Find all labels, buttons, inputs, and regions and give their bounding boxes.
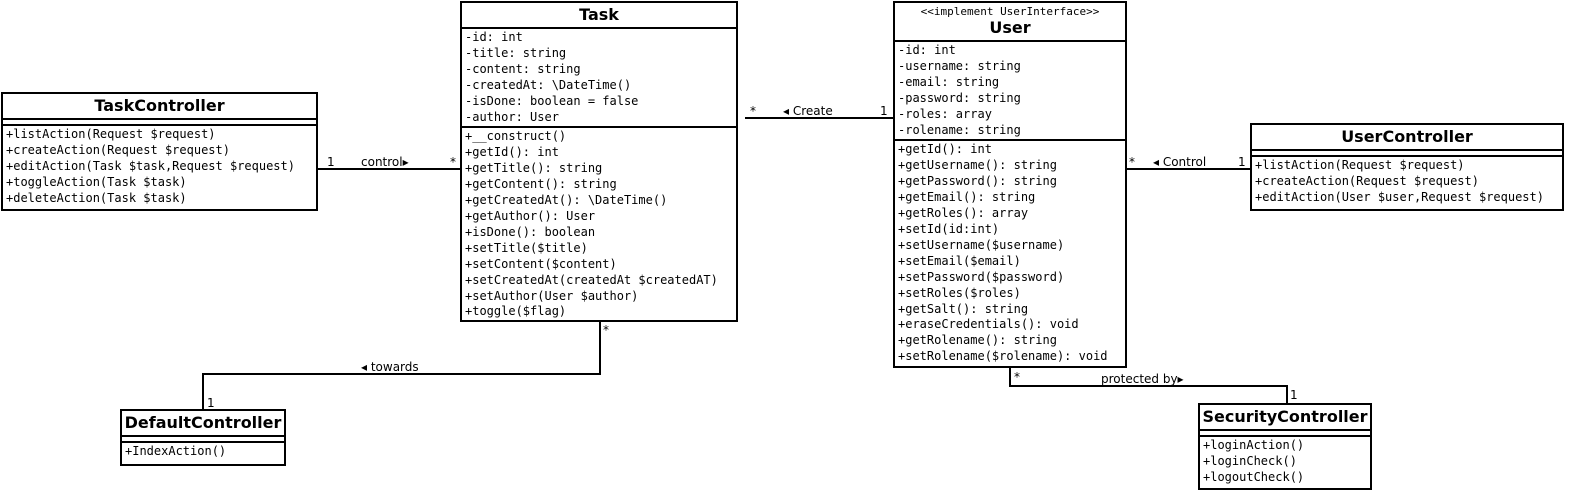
method: +getCreatedAt(): \DateTime() (465, 193, 668, 208)
attribute: -id: int (465, 30, 523, 44)
user-controller-class: UserController +listAction(Request $requ… (1250, 123, 1564, 211)
attribute: -author: User (465, 109, 559, 124)
user-control-label: ◂ Control (1153, 155, 1207, 169)
method: +toggle($flag) (465, 304, 567, 319)
default-controller-class: DefaultController +IndexAction() (120, 409, 286, 466)
attribute: -id: int (898, 43, 956, 57)
method: +setTitle($title) (465, 240, 588, 255)
method: +getRoles(): array (898, 206, 1029, 221)
method: +getRolename(): string (898, 333, 1057, 348)
attributes-section: -id: int -title: string -content: string… (462, 29, 736, 129)
attribute: -content: string (465, 61, 581, 76)
method: +IndexAction() (125, 444, 227, 458)
attributes-section: -id: int -username: string -email: strin… (895, 42, 1125, 142)
method: +logoutCheck() (1203, 469, 1305, 484)
method: +deleteAction(Task $task) (6, 190, 187, 205)
methods-section: +__construct() +getId(): int +getTitle()… (462, 128, 736, 321)
methods-section: +getId(): int +getUsername(): string +ge… (895, 141, 1125, 366)
create-mult-from: * (750, 104, 756, 118)
protected-by-mult-to: 1 (1290, 388, 1298, 402)
method: +getSalt(): string (898, 301, 1029, 316)
method: +setUsername($username) (898, 237, 1065, 252)
stereotype: <<implement UserInterface>> (920, 5, 1100, 18)
task-class: Task -id: int -title: string -content: s… (460, 1, 738, 322)
method: +eraseCredentials(): void (898, 317, 1079, 332)
method: +getTitle(): string (465, 161, 603, 176)
method: +setRolename($rolename): void (898, 349, 1108, 364)
protected-by-label: protected by▸ (1101, 372, 1184, 386)
class-name: SecurityController (1200, 405, 1370, 431)
method: +setCreatedAt(createdAt $createdAT) (465, 272, 718, 287)
method: +getUsername(): string (898, 158, 1057, 173)
method: +getAuthor(): User (465, 208, 596, 223)
create-mult-to: 1 (880, 104, 888, 118)
method: +createAction(Request $request) (1255, 173, 1479, 188)
attribute: -roles: array (898, 106, 992, 121)
method: +listAction(Request $request) (1255, 158, 1465, 172)
methods-section: +listAction(Request $request) +createAct… (1252, 157, 1562, 207)
method: +getContent(): string (465, 177, 617, 192)
method: +toggleAction(Task $task) (6, 174, 187, 189)
class-name: Task (462, 3, 736, 29)
user-control-mult-to: 1 (1238, 155, 1246, 169)
method: +listAction(Request $request) (6, 127, 216, 141)
towards-mult-to: 1 (207, 396, 215, 410)
attribute: -password: string (898, 90, 1021, 105)
method: +getPassword(): string (898, 174, 1057, 189)
method: +setContent($content) (465, 256, 617, 271)
control-mult-to: * (450, 155, 456, 169)
user-class: <<implement UserInterface>> User -id: in… (893, 1, 1127, 368)
class-name: DefaultController (122, 411, 284, 437)
create-label: ◂ Create (783, 104, 833, 118)
attribute: -email: string (898, 74, 1000, 89)
method: +getId(): int (898, 142, 992, 157)
class-name: UserController (1252, 125, 1562, 151)
class-name: User (989, 18, 1031, 37)
attribute: -title: string (465, 45, 567, 60)
method: +__construct() (465, 129, 567, 144)
method: +setRoles($roles) (898, 285, 1021, 300)
class-header: <<implement UserInterface>> User (895, 3, 1125, 42)
towards-label: ◂ towards (361, 360, 419, 374)
methods-section: +listAction(Request $request) +createAct… (3, 126, 316, 208)
method: +setId(id:int) (898, 221, 1000, 236)
user-control-mult-from: * (1129, 155, 1135, 169)
class-name: TaskController (3, 94, 316, 120)
method: +isDone(): boolean (465, 224, 596, 239)
attribute: -rolename: string (898, 122, 1021, 137)
control-label: control▸ (361, 155, 409, 169)
method: +setPassword($password) (898, 269, 1065, 284)
method: +getId(): int (465, 145, 559, 160)
attribute: -username: string (898, 58, 1021, 73)
method: +editAction(User $user,Request $request) (1255, 189, 1544, 204)
methods-section: +loginAction() +loginCheck() +logoutChec… (1200, 437, 1370, 487)
method: +loginCheck() (1203, 453, 1297, 468)
attribute: -createdAt: \DateTime() (465, 77, 632, 92)
task-controller-class: TaskController +listAction(Request $requ… (1, 92, 318, 211)
method: +setEmail($email) (898, 253, 1021, 268)
towards-mult-from: * (603, 323, 609, 337)
method: +getEmail(): string (898, 190, 1036, 205)
method: +setAuthor(User $author) (465, 288, 639, 303)
method: +editAction(Task $task,Request $request) (6, 158, 295, 173)
protected-by-mult-from: * (1014, 370, 1020, 384)
method: +loginAction() (1203, 438, 1305, 452)
security-controller-class: SecurityController +loginAction() +login… (1198, 403, 1372, 490)
control-mult-from: 1 (327, 155, 335, 169)
methods-section: +IndexAction() (122, 443, 284, 461)
attribute: -isDone: boolean = false (465, 93, 639, 108)
method: +createAction(Request $request) (6, 142, 230, 157)
